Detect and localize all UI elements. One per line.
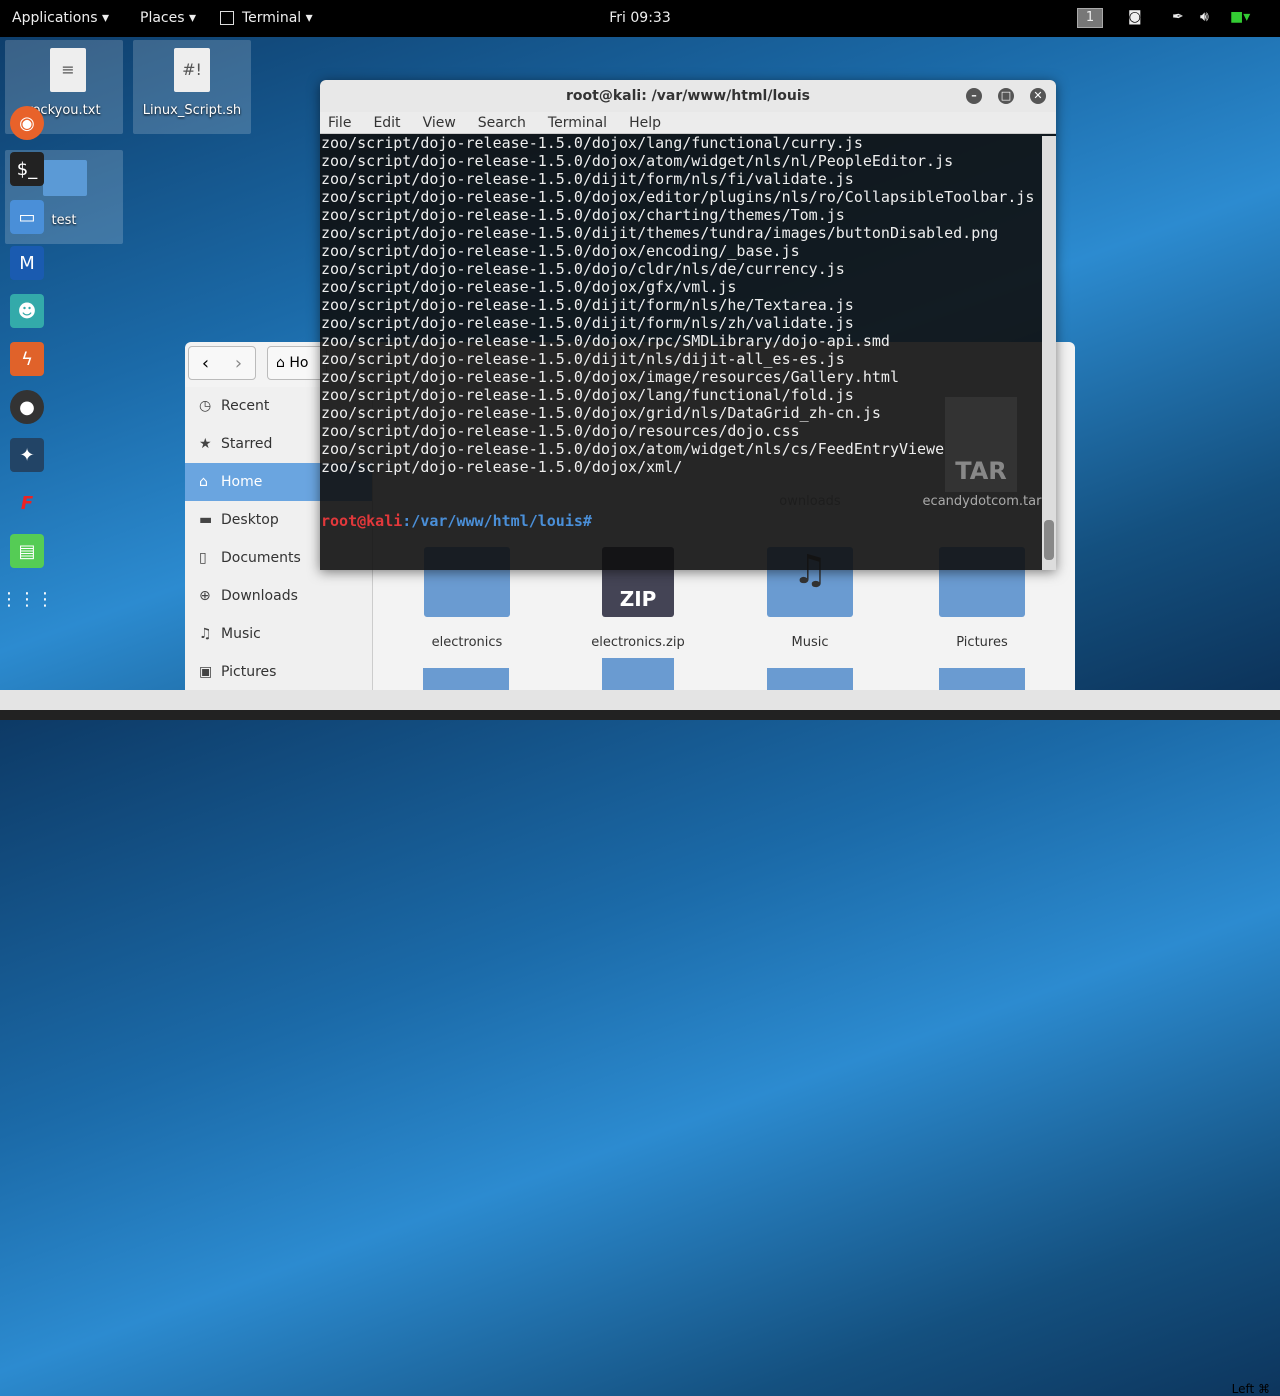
terminal-line: zoo/script/dojo-release-1.5.0/dijit/them… [321,224,999,242]
top-panel: Applications ▾ Places ▾ Terminal ▾ Fri 0… [0,0,1280,37]
terminal-line: zoo/script/dojo-release-1.5.0/dijit/form… [321,296,854,314]
maltego-icon[interactable]: ● [10,390,44,424]
notes-icon[interactable]: ▤ [10,534,44,568]
menu-view[interactable]: View [423,112,456,133]
terminal-line: zoo/script/dojo-release-1.5.0/dojox/edit… [321,188,1035,206]
back-button[interactable]: ‹ [189,353,222,374]
firefox-icon[interactable]: ◉ [10,106,44,140]
terminal-line: zoo/script/dojo-release-1.5.0/dojox/lang… [321,386,854,404]
menu-file[interactable]: File [328,112,351,133]
terminal-titlebar[interactable]: root@kali: /var/www/html/louis – □ ✕ [320,80,1056,112]
recent-icon: ◷ [199,398,212,414]
menu-edit[interactable]: Edit [373,112,400,133]
terminal-line: zoo/script/dojo-release-1.5.0/dojox/xml/ [321,458,683,476]
host-taskbar [0,710,1280,720]
music-icon: ♫ [199,626,212,642]
desktop-icon: ▬ [199,512,213,528]
terminal-line: zoo/script/dojo-release-1.5.0/dijit/form… [321,170,854,188]
location-home[interactable]: ⌂ Ho [267,346,327,380]
show-apps-icon[interactable]: ⋮⋮⋮ [0,582,54,616]
terminal-menubar: File Edit View Search Terminal Help [320,112,1056,134]
bottom-panel: Left ⌘ [0,690,1280,1396]
terminal-line: zoo/script/dojo-release-1.5.0/dojox/char… [321,206,845,224]
desktop-file-linux-script[interactable]: #! Linux_Script.sh [133,40,251,134]
folder-icon [43,160,87,196]
pen-icon[interactable]: ✒ [1172,9,1184,25]
forward-button[interactable]: › [222,353,255,374]
terminal-line: zoo/script/dojo-release-1.5.0/dojo/resou… [321,422,800,440]
pictures-icon: ▣ [199,664,213,680]
maximize-button[interactable]: □ [998,88,1014,104]
armitage-icon[interactable]: ☻ [10,294,44,328]
sidebar-item-music[interactable]: ♫ Music [185,615,372,653]
star-icon: ★ [199,436,212,452]
terminal-line: zoo/script/dojo-release-1.5.0/dojox/grid… [321,404,881,422]
terminal-line: zoo/script/dojo-release-1.5.0/dojox/atom… [321,152,954,170]
folder-icon [767,668,853,692]
menu-terminal[interactable]: Terminal [548,112,607,133]
terminal-icon[interactable]: $_ [10,152,44,186]
terminal-line: zoo/script/dojo-release-1.5.0/dojox/enco… [321,242,800,260]
scrollbar-thumb[interactable] [1044,520,1054,560]
download-icon: ⊕ [199,588,211,604]
files-icon[interactable]: ▭ [10,200,44,234]
file-item-ecandydotcom-tar[interactable]: ecandydotcom.tar [912,494,1052,509]
script-file-icon: #! [174,48,210,92]
home-icon: ⌂ [199,474,208,490]
window-title: root@kali: /var/www/html/louis [566,88,810,104]
terminal-line: zoo/script/dojo-release-1.5.0/dijit/nls/… [321,350,845,368]
volume-icon[interactable]: 🔊︎ [1200,9,1209,25]
menu-help[interactable]: Help [629,112,661,133]
terminal-line: zoo/script/dojo-release-1.5.0/dojox/rpc/… [321,332,890,350]
text-file-icon: ≡ [50,48,86,92]
home-icon: ⌂ [276,355,285,371]
camera-icon[interactable]: ◙ [1128,9,1142,25]
applications-menu[interactable]: Applications ▾ [12,10,109,26]
faraday-icon[interactable]: F [10,486,44,520]
tar-icon[interactable]: TAR [945,397,1017,492]
terminal-prompt[interactable]: root@kali:/var/www/html/louis# [321,512,1034,530]
folder-icon [939,668,1025,692]
terminal-line: zoo/script/dojo-release-1.5.0/dojo/cldr/… [321,260,845,278]
terminal-line: zoo/script/dojo-release-1.5.0/dijit/form… [321,314,854,332]
terminal-line: zoo/script/dojo-release-1.5.0/dojox/atom… [321,440,981,458]
nav-buttons: ‹ › [188,346,256,380]
terminal-app-icon [220,11,234,25]
burpsuite-icon[interactable]: ϟ [10,342,44,376]
sidebar-item-pictures[interactable]: ▣ Pictures [185,653,372,691]
terminal-app-menu[interactable]: Terminal ▾ [242,10,313,26]
terminal-line: zoo/script/dojo-release-1.5.0/dojox/imag… [321,368,899,386]
menu-search[interactable]: Search [478,112,526,133]
folder-icon [423,668,509,692]
close-button[interactable]: ✕ [1030,88,1046,104]
keyboard-indicator: Left ⌘ [1231,1382,1270,1396]
document-icon: ▯ [199,550,207,566]
sidebar-item-downloads[interactable]: ⊕ Downloads [185,577,372,615]
places-menu[interactable]: Places ▾ [140,10,196,26]
battery-icon[interactable]: ■▾ [1230,9,1250,25]
beef-icon[interactable]: ✦ [10,438,44,472]
terminal-line: zoo/script/dojo-release-1.5.0/dojox/gfx/… [321,278,737,296]
minimize-button[interactable]: – [966,88,982,104]
terminal-line: zoo/script/dojo-release-1.5.0/dojox/lang… [321,136,863,152]
metasploit-icon[interactable]: M [10,246,44,280]
workspace-indicator[interactable]: 1 [1077,8,1103,28]
file-icon [602,658,674,692]
